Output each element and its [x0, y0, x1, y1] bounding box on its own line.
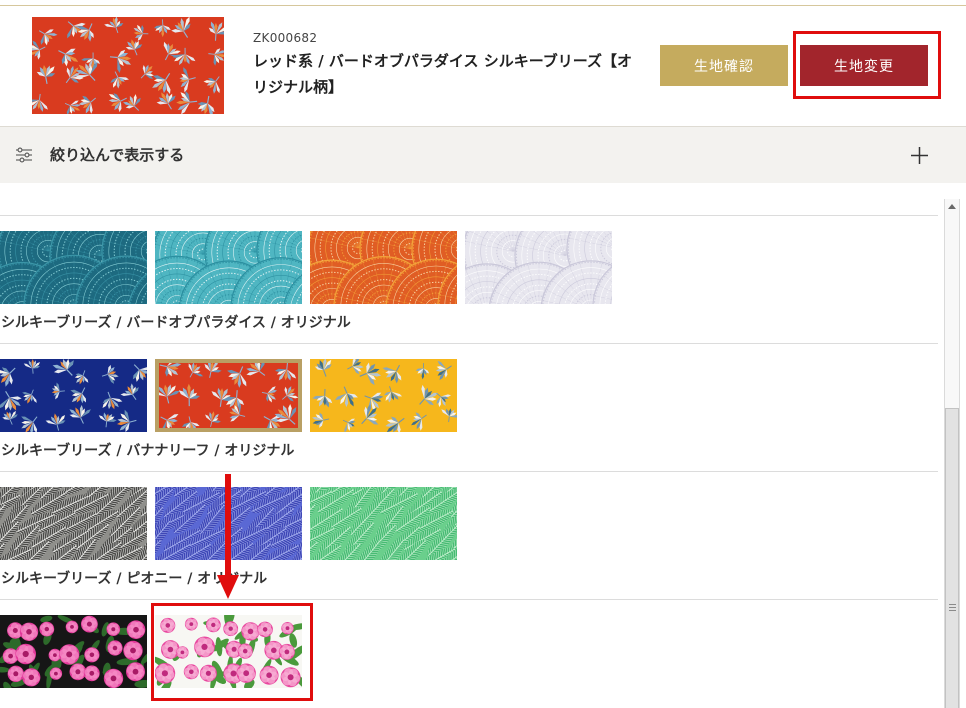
fabric-pattern [0, 615, 147, 688]
fabric-pattern [155, 359, 302, 432]
divider [0, 215, 938, 216]
fabric-swatch[interactable] [465, 231, 612, 304]
fabric-group: シルキーブリーズ / バナナリーフ / オリジナル [0, 441, 938, 569]
annotation-arrow [225, 474, 231, 577]
fabric-swatch[interactable] [0, 487, 147, 560]
fabric-pattern [310, 231, 457, 304]
fabric-swatch[interactable] [155, 615, 302, 688]
fabric-pattern [0, 487, 147, 560]
fabric-swatch[interactable] [0, 615, 147, 688]
scrollbar-thumb[interactable] [945, 408, 959, 708]
divider [0, 471, 938, 472]
fabric-pattern [155, 231, 302, 304]
fabric-pattern [0, 231, 147, 304]
fabric-pattern [310, 487, 457, 560]
grip-line [949, 610, 956, 611]
fabric-pattern [0, 359, 147, 432]
fabric-group: シルキーブリーズ / ピオニー / オリジナル [0, 569, 938, 697]
fabric-swatch[interactable] [0, 359, 147, 432]
fabric-group: シルキーブリーズ / バードオブパラダイス / オリジナル [0, 313, 938, 441]
product-fabric-image [32, 17, 224, 114]
fabric-swatch[interactable] [155, 231, 302, 304]
fabric-check-button[interactable]: 生地確認 [660, 45, 788, 86]
group-title [0, 185, 938, 215]
grip-line [949, 604, 956, 605]
fabric-swatch[interactable] [0, 231, 147, 304]
filter-bar[interactable]: 絞り込んで表示する [0, 127, 966, 183]
scroll-up-arrow-icon[interactable] [948, 204, 956, 209]
fabric-pattern [32, 17, 224, 114]
fabric-pattern [465, 231, 612, 304]
filter-label: 絞り込んで表示する [50, 146, 185, 164]
selected-fabric-header: ZK000682 レッド系 / バードオブパラダイス シルキーブリーズ【オリジナ… [0, 0, 966, 127]
scrollbar[interactable] [944, 199, 960, 708]
fabric-group [0, 185, 938, 313]
group-title: シルキーブリーズ / バナナリーフ / オリジナル [1, 443, 295, 459]
fabric-pattern [155, 615, 302, 688]
fabric-swatch[interactable] [310, 231, 457, 304]
sliders-icon [16, 147, 32, 163]
fabric-pattern [310, 359, 457, 432]
product-title: レッド系 / バードオブパラダイス シルキーブリーズ【オリジナル柄】 [253, 52, 633, 96]
fabric-list: シルキーブリーズ / バードオブパラダイス / オリジナル シルキーブリーズ /… [0, 183, 940, 708]
product-code: ZK000682 [253, 31, 318, 45]
group-title: シルキーブリーズ / バードオブパラダイス / オリジナル [1, 315, 351, 331]
divider [0, 343, 938, 344]
fabric-change-button[interactable]: 生地変更 [800, 45, 928, 86]
fabric-swatch[interactable] [310, 359, 457, 432]
plus-icon[interactable] [911, 147, 928, 164]
grip-line [949, 607, 956, 608]
fabric-swatch[interactable] [310, 487, 457, 560]
header-top-rule [0, 5, 966, 6]
fabric-swatch-selected[interactable] [155, 359, 302, 432]
annotation-arrow-head [217, 575, 239, 599]
divider [0, 599, 938, 600]
group-title: シルキーブリーズ / ピオニー / オリジナル [1, 571, 268, 587]
